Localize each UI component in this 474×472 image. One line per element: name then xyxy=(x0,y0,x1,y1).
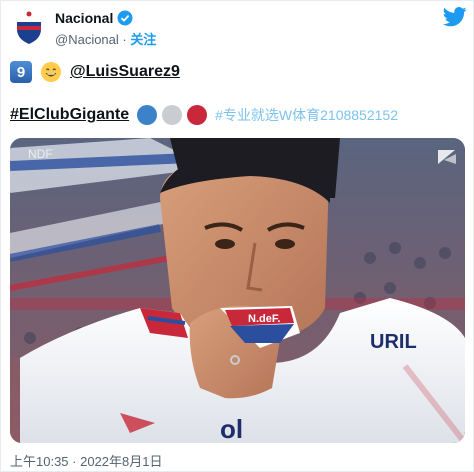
red-circle-icon xyxy=(187,105,208,125)
crest-text: N.deF. xyxy=(248,313,280,325)
grinning-face-icon xyxy=(40,61,62,83)
white-circle-icon xyxy=(162,105,183,125)
player-kissing-crest-photo: N.deF. URIL ol NDF xyxy=(10,138,465,443)
verified-badge-icon xyxy=(117,10,133,26)
blue-circle-icon xyxy=(137,105,158,125)
keycap-9-icon: 9 xyxy=(10,61,32,83)
author-name-row: Nacional xyxy=(55,10,133,26)
avatar[interactable] xyxy=(10,9,48,47)
tweet-timestamp[interactable]: 上午10:35 · 2022年8月1日 xyxy=(10,451,162,470)
watermark-text: #专业就选W体育2108852152 xyxy=(215,107,398,123)
mention-link[interactable]: @LuisSuarez9 xyxy=(70,63,180,81)
hashtag-link[interactable]: #ElClubGigante xyxy=(10,106,129,124)
handle-row: @Nacional · 关注 xyxy=(55,29,156,48)
club-crest-icon xyxy=(17,11,41,44)
twitter-bird-icon[interactable] xyxy=(443,7,467,32)
author-name[interactable]: Nacional xyxy=(55,10,113,26)
shirt-sponsor: URIL xyxy=(370,331,417,353)
svg-text:ol: ol xyxy=(220,414,243,443)
tweet-card: Nacional @Nacional · 关注 9 @LuisSuarez9 #… xyxy=(0,0,474,472)
follow-button[interactable]: 关注 xyxy=(130,32,156,47)
tweet-media-image[interactable]: N.deF. URIL ol NDF xyxy=(10,138,465,443)
separator: · xyxy=(122,32,127,47)
tweet-text-line-2: #ElClubGigante #专业就选W体育2108852152 xyxy=(10,105,398,125)
broadcast-logo: NDF xyxy=(28,147,53,161)
author-handle[interactable]: @Nacional xyxy=(55,32,119,47)
tweet-text-line-1: 9 @LuisSuarez9 xyxy=(10,61,180,83)
